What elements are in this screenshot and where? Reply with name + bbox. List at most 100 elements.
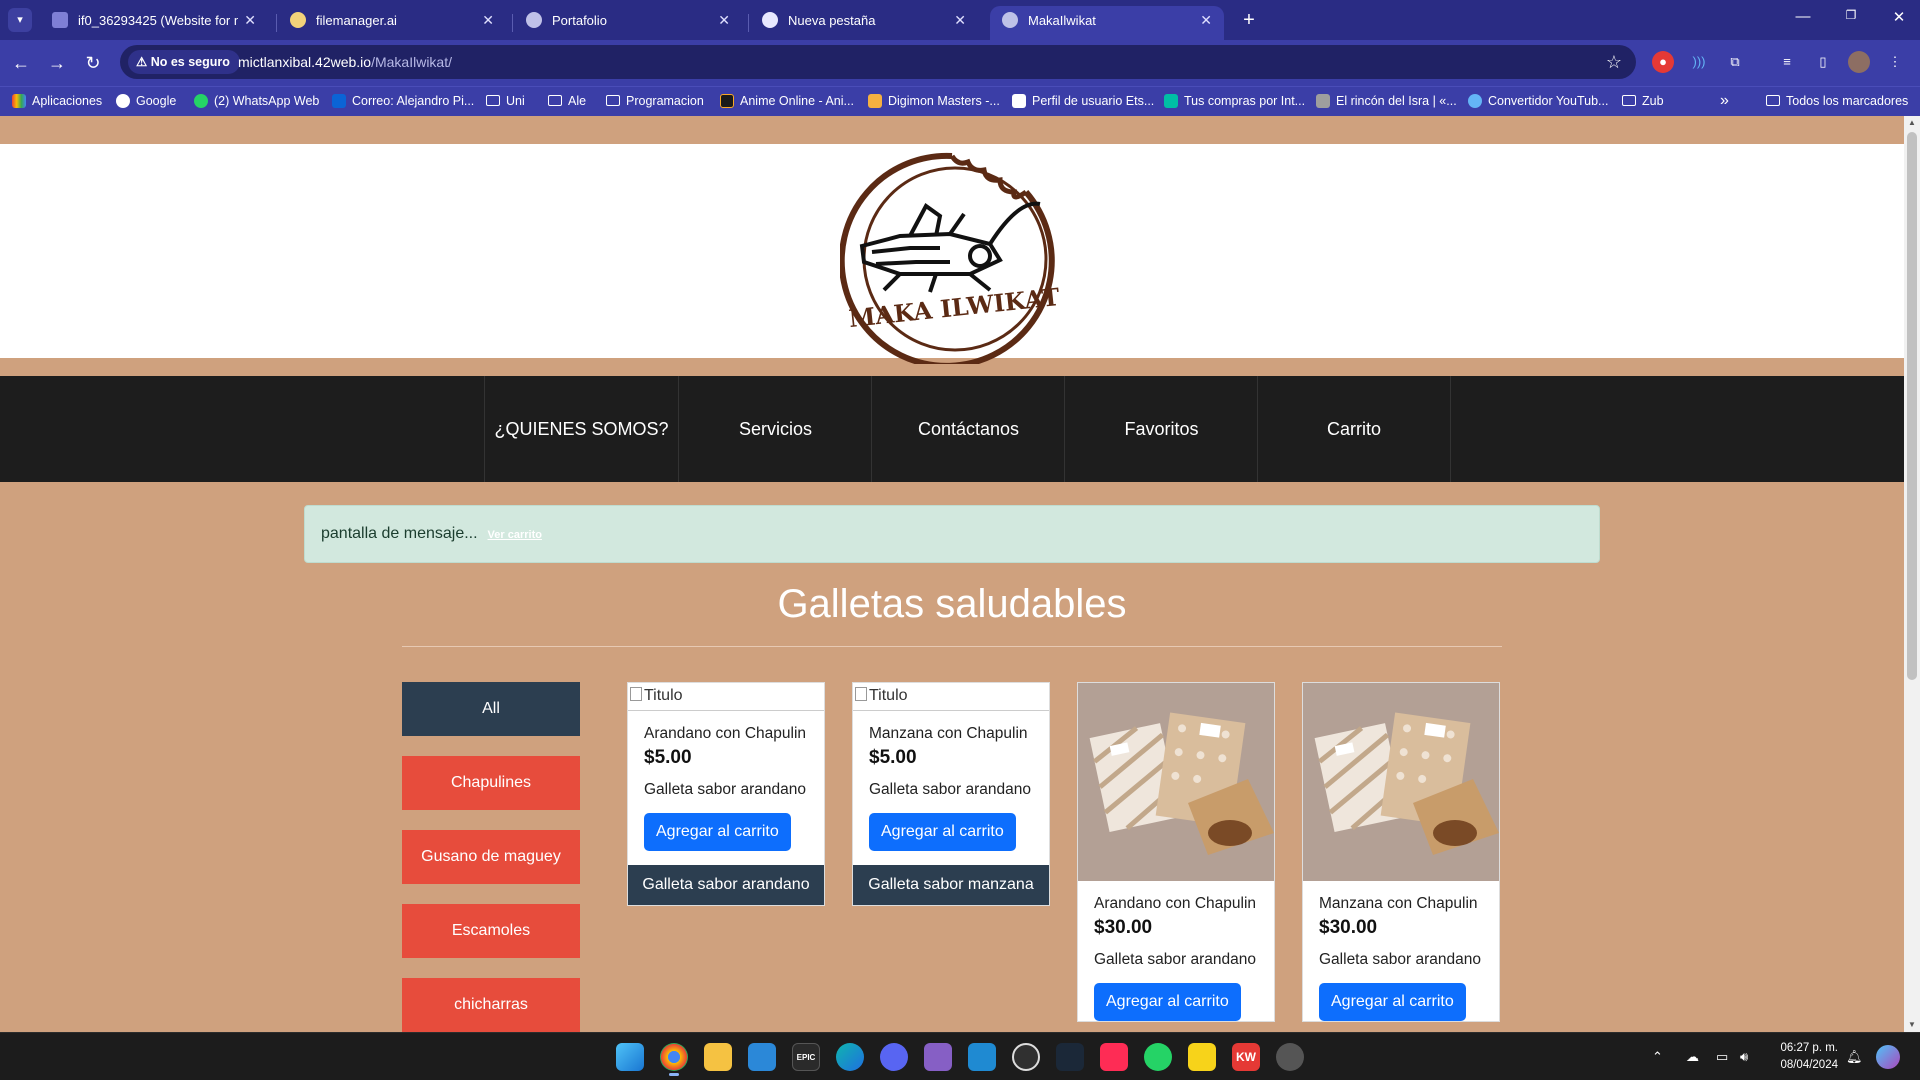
discord-icon[interactable] <box>880 1043 908 1071</box>
extension-red-icon[interactable]: ● <box>1652 51 1674 73</box>
tiktok-icon[interactable] <box>1100 1043 1128 1071</box>
volume-icon[interactable]: 🔊︎ <box>1740 1033 1748 1080</box>
kw-icon[interactable]: KW <box>1232 1043 1260 1071</box>
close-tab-icon[interactable]: ✕ <box>1200 6 1212 34</box>
bookmark-perfil[interactable]: Perfil de usuario Ets... <box>1012 87 1154 115</box>
security-chip[interactable]: ⚠ No es seguro <box>128 50 240 74</box>
steam-icon[interactable] <box>1056 1043 1084 1071</box>
bookmark-folder-ale[interactable]: Ale <box>548 87 586 115</box>
page-scrollbar[interactable]: ▲ ▼ <box>1904 116 1920 1032</box>
product-name: Manzana con Chapulin <box>1319 895 1478 912</box>
more-bookmarks-button[interactable]: » <box>1720 87 1729 115</box>
epic-games-icon[interactable]: EPIC <box>792 1043 820 1071</box>
reload-icon[interactable]: ↻ <box>78 48 108 78</box>
new-tab-button[interactable]: + <box>1236 8 1262 34</box>
close-tab-icon[interactable]: ✕ <box>718 6 730 34</box>
bookmark-anime[interactable]: Anime Online - Ani... <box>720 87 854 115</box>
nav-quienes-somos[interactable]: ¿QUIENES SOMOS? <box>484 376 678 482</box>
folder-icon <box>606 95 620 107</box>
page-viewport: MAKA ILWIKAT ¿QUIENES SOMOS? Servicios C… <box>0 116 1920 1032</box>
nav-carrito[interactable]: Carrito <box>1257 376 1451 482</box>
nav-servicios[interactable]: Servicios <box>678 376 872 482</box>
network-icon[interactable]: ▭ <box>1716 1033 1728 1080</box>
bookmark-google[interactable]: Google <box>116 87 176 115</box>
add-to-cart-button[interactable]: Agregar al carrito <box>1094 983 1241 1021</box>
scrollbar-thumb[interactable] <box>1907 132 1917 680</box>
product-card: Arandano con Chapulin $30.00 Galleta sab… <box>1077 682 1275 1022</box>
bookmark-folder-programacion[interactable]: Programacion <box>606 87 704 115</box>
windows-start-icon[interactable] <box>616 1043 644 1071</box>
side-panel-icon[interactable]: ▯ <box>1812 51 1834 73</box>
tray-overflow-chevron-icon[interactable]: ⌃ <box>1652 1033 1663 1080</box>
product-price: $5.00 <box>644 747 692 768</box>
back-icon[interactable]: ← <box>6 48 36 78</box>
bookmark-convertidor[interactable]: Convertidor YouTub... <box>1468 87 1608 115</box>
bookmark-aplicaciones[interactable]: Aplicaciones <box>12 87 102 115</box>
scroll-down-arrow-icon[interactable]: ▼ <box>1904 1018 1920 1032</box>
tab-1[interactable]: filemanager.ai ✕ <box>278 6 506 40</box>
ms-store-icon[interactable] <box>748 1043 776 1071</box>
nav-contactanos[interactable]: Contáctanos <box>871 376 1065 482</box>
view-cart-link[interactable]: Ver carrito <box>488 529 542 541</box>
chrome-icon[interactable] <box>660 1043 688 1071</box>
vscode-icon[interactable] <box>968 1043 996 1071</box>
menu-kebab-icon[interactable]: ⋮ <box>1884 51 1906 73</box>
add-to-cart-button[interactable]: Agregar al carrito <box>869 813 1016 851</box>
media-control-icon[interactable]: ≡ <box>1776 51 1798 73</box>
bookmark-folder-zub[interactable]: Zub <box>1622 87 1664 115</box>
notification-bell-icon[interactable]: 🔔︎ <box>1846 1033 1863 1080</box>
folder-icon <box>486 95 500 107</box>
copilot-icon[interactable] <box>1876 1045 1900 1069</box>
whatsapp-icon[interactable] <box>1144 1043 1172 1071</box>
obs-icon[interactable] <box>1012 1043 1040 1071</box>
filter-chapulines-button[interactable]: Chapulines <box>402 756 580 810</box>
tab-3[interactable]: Nueva pestaña ✕ <box>750 6 978 40</box>
digimon-icon <box>868 93 882 108</box>
converter-icon <box>1468 93 1482 108</box>
scroll-up-arrow-icon[interactable]: ▲ <box>1904 116 1920 130</box>
bookmark-digimon[interactable]: Digimon Masters -... <box>868 87 1000 115</box>
file-explorer-icon[interactable] <box>704 1043 732 1071</box>
close-tab-icon[interactable]: ✕ <box>244 6 256 34</box>
nav-favoritos[interactable]: Favoritos <box>1064 376 1258 482</box>
bookmark-folder-uni[interactable]: Uni <box>486 87 525 115</box>
close-tab-icon[interactable]: ✕ <box>954 6 966 34</box>
filter-chicharras-button[interactable]: chicharras <box>402 978 580 1032</box>
tab-0[interactable]: if0_36293425 (Website for mict ✕ <box>40 6 268 40</box>
bookmark-rincon[interactable]: El rincón del Isra | «... <box>1316 87 1457 115</box>
close-window-icon[interactable]: ✕ <box>1884 8 1914 26</box>
bookmark-star-icon[interactable]: ☆ <box>1606 45 1622 79</box>
edge-icon[interactable] <box>836 1043 864 1071</box>
minimize-icon[interactable]: — <box>1788 8 1818 25</box>
visual-studio-icon[interactable] <box>924 1043 952 1071</box>
all-bookmarks-folder[interactable]: Todos los marcadores <box>1766 87 1908 115</box>
filter-escamoles-button[interactable]: Escamoles <box>402 904 580 958</box>
close-tab-icon[interactable]: ✕ <box>482 6 494 34</box>
recorder-icon[interactable] <box>1276 1043 1304 1071</box>
profile-avatar[interactable] <box>1848 51 1870 73</box>
bookmark-compras[interactable]: Tus compras por Int... <box>1164 87 1305 115</box>
extensions-puzzle-icon[interactable]: ⧉ <box>1724 51 1746 73</box>
sticky-notes-icon[interactable] <box>1188 1043 1216 1071</box>
extension-audio-icon[interactable]: ))) <box>1688 51 1710 73</box>
filter-all-button[interactable]: All <box>402 682 580 736</box>
tab-search-icon[interactable]: ▾ <box>8 8 32 32</box>
onedrive-cloud-icon[interactable]: ☁ <box>1686 1033 1699 1080</box>
address-bar[interactable]: ⚠ No es seguro mictlanxibal.42web.io/Mak… <box>120 45 1636 79</box>
folder-icon <box>1766 95 1780 107</box>
broken-image-icon <box>855 687 867 702</box>
url-text[interactable]: mictlanxibal.42web.io/MakaIlwikat/ <box>238 45 452 79</box>
tab-2[interactable]: Portafolio ✕ <box>514 6 742 40</box>
add-to-cart-button[interactable]: Agregar al carrito <box>644 813 791 851</box>
filter-gusano-button[interactable]: Gusano de maguey <box>402 830 580 884</box>
warning-icon: ⚠ <box>136 55 148 69</box>
system-clock[interactable]: 06:27 p. m. 08/04/2024 <box>1764 1040 1838 1074</box>
restore-icon[interactable]: ❐ <box>1836 8 1866 22</box>
bookmark-whatsapp[interactable]: (2) WhatsApp Web <box>194 87 319 115</box>
product-name: Arandano con Chapulin <box>644 725 807 742</box>
forward-icon[interactable]: → <box>42 48 72 78</box>
tab-4-active[interactable]: MakaIlwikat ✕ <box>990 6 1224 40</box>
product-footer: Galleta sabor arandano <box>628 865 824 905</box>
add-to-cart-button[interactable]: Agregar al carrito <box>1319 983 1466 1021</box>
bookmark-correo[interactable]: Correo: Alejandro Pi... <box>332 87 474 115</box>
